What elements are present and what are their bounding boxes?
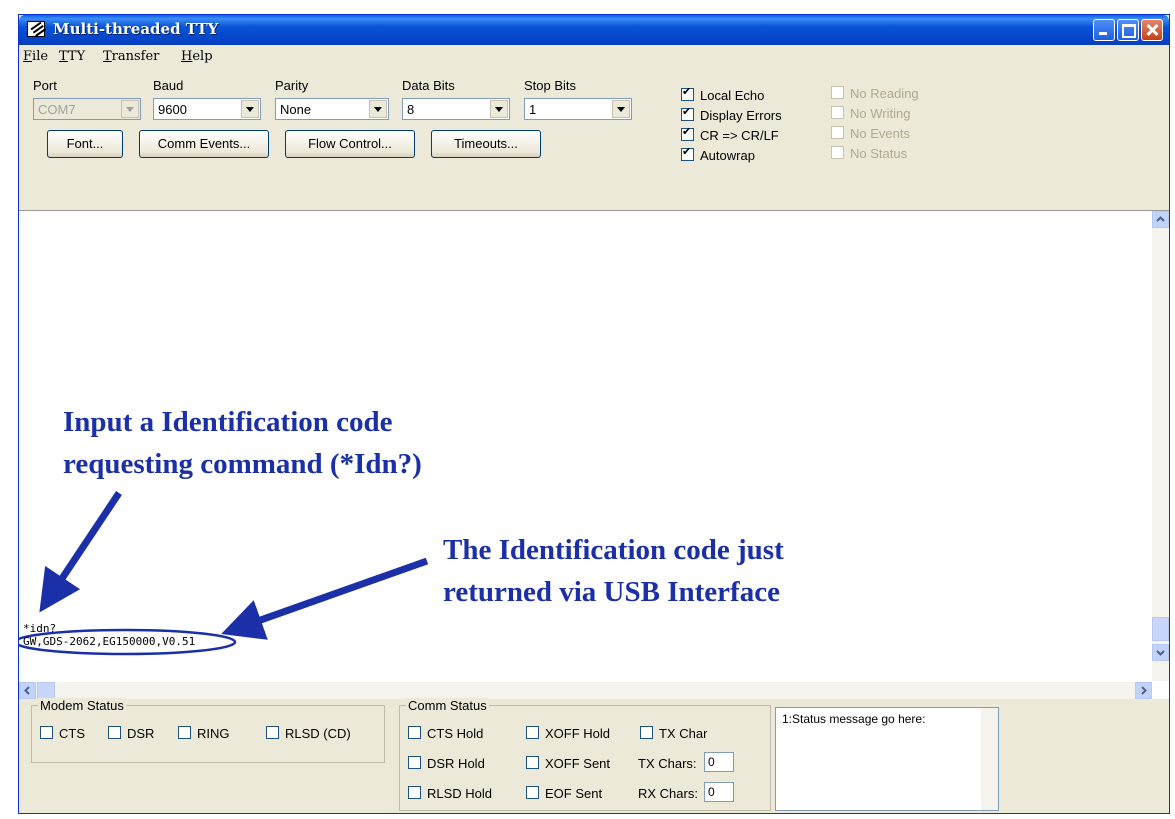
menu-file[interactable]: File (23, 49, 48, 64)
app-window: Multi-threaded TTY File TTY Transfer Hel… (18, 14, 1170, 814)
dsr-checkbox: DSR (108, 726, 154, 741)
dsr-hold-checkbox: DSR Hold (408, 756, 485, 771)
menu-help[interactable]: Help (181, 49, 213, 64)
modem-status-group: Modem Status CTS DSR RING RLSD (CD) (31, 698, 385, 763)
rlsd-checkbox: RLSD (CD) (266, 726, 351, 741)
port-select[interactable]: COM7 (33, 98, 141, 120)
menu-transfer[interactable]: Transfer (103, 49, 159, 64)
cr-crlf-checkbox[interactable]: CR => CR/LF (681, 125, 779, 143)
stop-bits-label: Stop Bits (524, 78, 577, 93)
horizontal-scrollbar[interactable] (19, 682, 1152, 699)
title-bar[interactable]: Multi-threaded TTY (19, 15, 1169, 45)
tx-chars-label: TX Chars: (638, 756, 697, 771)
status-message-scrollbar[interactable] (981, 708, 998, 810)
no-events-checkbox[interactable]: No Events (831, 126, 910, 141)
scroll-thumb[interactable] (1152, 617, 1169, 641)
status-panel: Modem Status CTS DSR RING RLSD (CD) Comm… (19, 698, 1169, 813)
modem-status-title: Modem Status (38, 698, 126, 713)
no-reading-checkbox[interactable]: No Reading (831, 86, 919, 101)
autowrap-checkbox[interactable]: Autowrap (681, 145, 755, 163)
close-button[interactable] (1141, 19, 1163, 41)
stop-bits-select[interactable]: 1 (524, 98, 632, 120)
menu-tty[interactable]: TTY (59, 49, 85, 64)
scroll-left-button[interactable] (19, 682, 36, 699)
xoff-hold-checkbox: XOFF Hold (526, 726, 610, 741)
chevron-down-icon[interactable] (121, 100, 139, 118)
scroll-down-button[interactable] (1152, 644, 1169, 661)
flow-control-button[interactable]: Flow Control... (285, 130, 415, 158)
no-status-checkbox[interactable]: No Status (831, 146, 907, 161)
cts-checkbox: CTS (40, 726, 85, 741)
tx-chars-field: 0 (704, 752, 734, 772)
terminal-line: GW,GDS-2062,EG150000,V0.51 (23, 635, 196, 648)
baud-select[interactable]: 9600 (153, 98, 261, 120)
terminal-area[interactable]: Input a Identification code requesting c… (19, 210, 1169, 700)
parity-select[interactable]: None (275, 98, 389, 120)
display-errors-checkbox[interactable]: Display Errors (681, 105, 782, 123)
maximize-button[interactable] (1117, 19, 1139, 41)
menu-bar: File TTY Transfer Help (19, 46, 1169, 68)
status-message-text: 1:Status message go here: (782, 712, 926, 726)
no-writing-checkbox[interactable]: No Writing (831, 106, 910, 121)
hscroll-thumb[interactable] (37, 682, 55, 699)
ring-checkbox: RING (178, 726, 230, 741)
chevron-up-icon (1156, 216, 1165, 222)
app-icon[interactable] (27, 21, 45, 37)
arrow-to-input (39, 491, 122, 613)
chevron-down-icon[interactable] (369, 100, 387, 118)
timeouts-button[interactable]: Timeouts... (431, 130, 541, 158)
comm-events-button[interactable]: Comm Events... (139, 130, 269, 158)
minimize-button[interactable] (1093, 19, 1115, 41)
data-bits-label: Data Bits (402, 78, 455, 93)
eof-sent-checkbox: EOF Sent (526, 786, 602, 801)
baud-label: Baud (153, 78, 184, 93)
window-title: Multi-threaded TTY (53, 20, 219, 38)
chevron-down-icon[interactable] (612, 100, 630, 118)
local-echo-checkbox[interactable]: Local Echo (681, 85, 764, 103)
rlsd-hold-checkbox: RLSD Hold (408, 786, 492, 801)
comm-status-group: Comm Status CTS Hold XOFF Hold TX Char D… (399, 698, 771, 811)
chevron-down-icon[interactable] (241, 100, 259, 118)
data-bits-select[interactable]: 8 (402, 98, 510, 120)
port-label: Port (33, 78, 57, 93)
parity-label: Parity (275, 78, 309, 93)
terminal-line: *idn? (23, 622, 57, 635)
scroll-up-button[interactable] (1152, 211, 1169, 228)
chevron-left-icon (24, 686, 30, 695)
font-button[interactable]: Font... (47, 130, 123, 158)
annotation-arrows (19, 491, 429, 656)
cts-hold-checkbox: CTS Hold (408, 726, 483, 741)
arrow-to-output (221, 557, 429, 640)
chevron-down-icon[interactable] (490, 100, 508, 118)
settings-panel: Port Baud Parity Data Bits Stop Bits COM… (19, 70, 1169, 210)
chevron-right-icon (1141, 686, 1147, 695)
vertical-scrollbar[interactable] (1152, 211, 1169, 681)
comm-status-title: Comm Status (406, 698, 489, 713)
tx-char-checkbox: TX Char (640, 726, 707, 741)
scroll-right-button[interactable] (1135, 682, 1152, 699)
rx-chars-label: RX Chars: (638, 786, 698, 801)
chevron-down-icon (1156, 650, 1165, 656)
xoff-sent-checkbox: XOFF Sent (526, 756, 610, 771)
status-message-box[interactable]: 1:Status message go here: (775, 707, 999, 811)
rx-chars-field: 0 (704, 782, 734, 802)
